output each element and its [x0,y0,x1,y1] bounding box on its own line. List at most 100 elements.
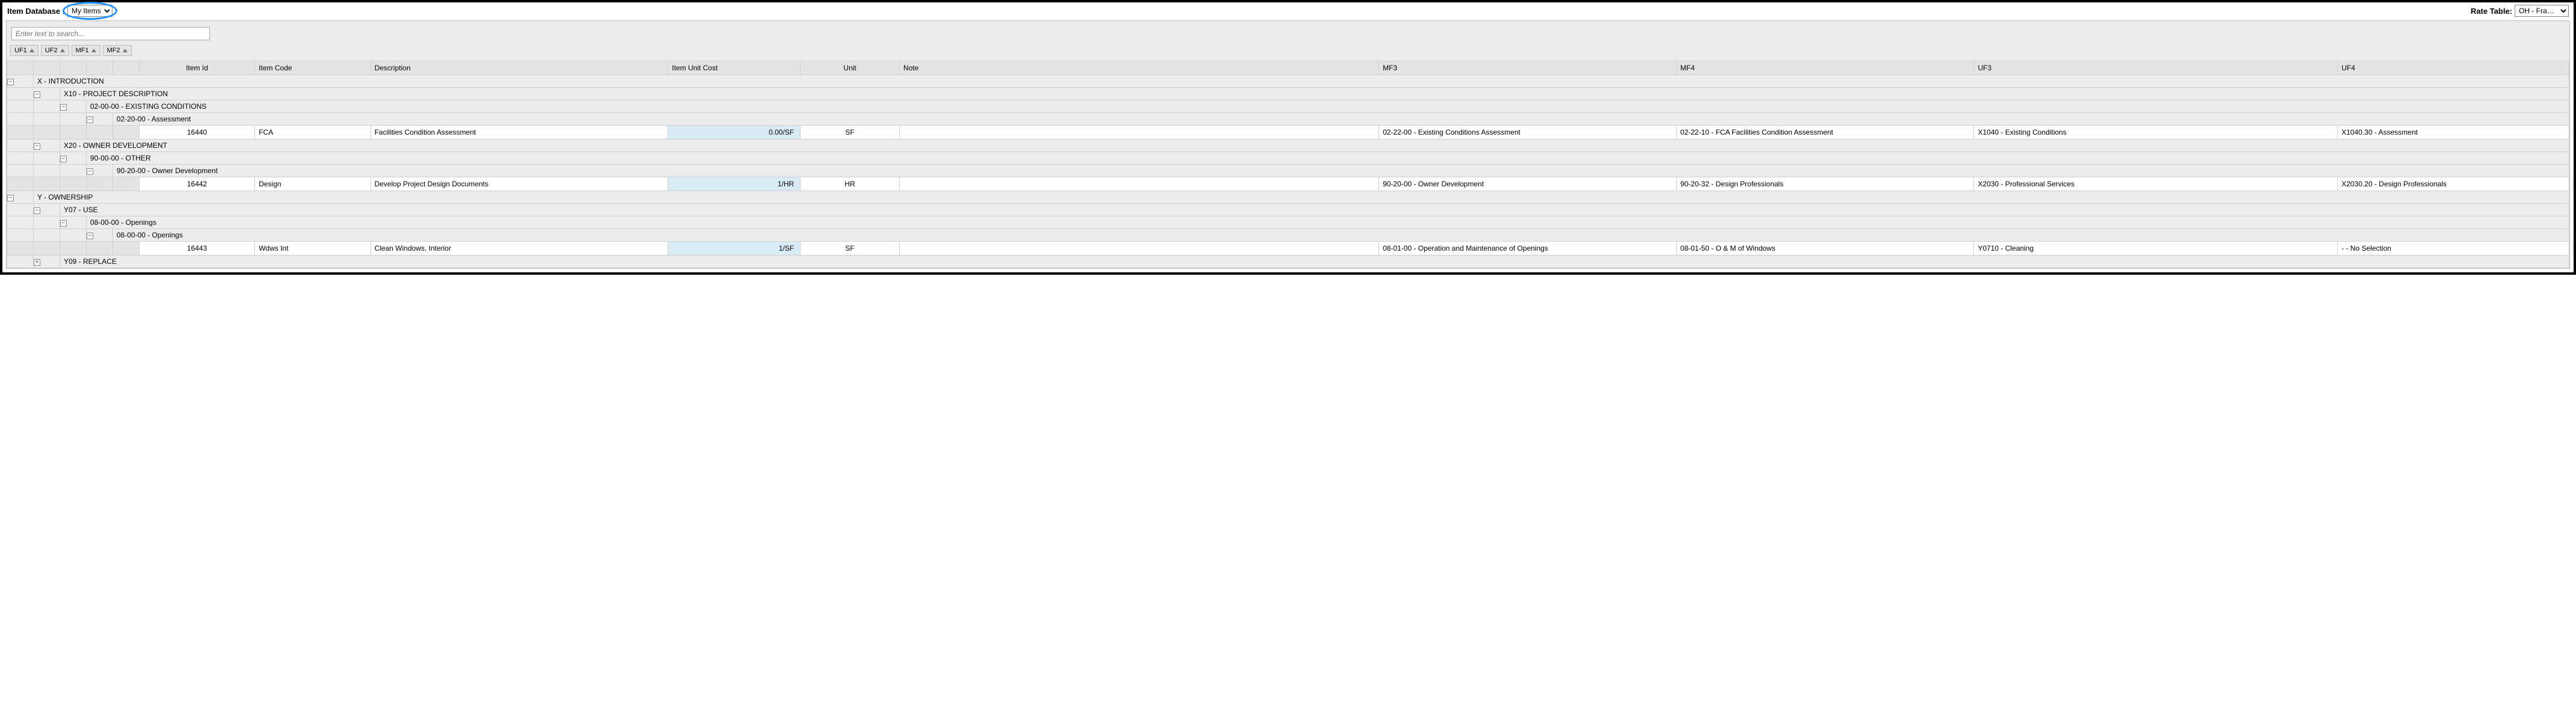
cell-item-id: 16443 [139,242,254,255]
group-chip-uf1[interactable]: UF1 [10,45,38,56]
header-stub [33,61,60,75]
grid-panel: UF1 UF2 MF1 MF2 [6,20,2570,269]
cell-cost: 1/HR [668,177,801,191]
group-row[interactable]: + Y09 - REPLACE [7,255,2569,268]
group-chip-mf1[interactable]: MF1 [72,45,100,56]
cell-mf3: 08-01-00 - Operation and Maintenance of … [1379,242,1677,255]
col-note[interactable]: Note [900,61,1379,75]
collapse-icon[interactable]: − [60,220,67,227]
col-unit[interactable]: Unit [801,61,900,75]
group-label: 02-20-00 - Assessment [112,113,2569,126]
collapse-icon[interactable]: − [34,143,40,150]
cell-uf3: X1040 - Existing Conditions [1974,126,2338,139]
cell-mf3: 02-22-00 - Existing Conditions Assessmen… [1379,126,1677,139]
cell-item-id: 16440 [139,126,254,139]
cell-description: Develop Project Design Documents [370,177,668,191]
cell-note [900,126,1379,139]
cell-mf3: 90-20-00 - Owner Development [1379,177,1677,191]
cell-uf4: - - No Selection [2338,242,2569,255]
col-uf4[interactable]: UF4 [2338,61,2569,75]
group-label: 90-00-00 - OTHER [86,152,2569,165]
group-row[interactable]: − 90-20-00 - Owner Development [7,165,2569,177]
col-mf3[interactable]: MF3 [1379,61,1677,75]
group-label: Y - OWNERSHIP [33,191,2569,204]
table-row[interactable]: 16443 Wdws Int Clean Windows, Interior 1… [7,242,2569,255]
cell-unit: SF [801,242,900,255]
group-label: X10 - PROJECT DESCRIPTION [60,88,2569,100]
group-label: 02-00-00 - EXISTING CONDITIONS [86,100,2569,113]
cell-item-code: FCA [255,126,370,139]
sort-asc-icon [29,49,34,52]
group-label: 08-00-00 - Openings [112,229,2569,242]
group-row[interactable]: − 02-00-00 - EXISTING CONDITIONS [7,100,2569,113]
cell-uf4: X1040.30 - Assessment [2338,126,2569,139]
collapse-icon[interactable]: − [34,91,40,98]
cell-mf4: 02-22-10 - FCA Facilities Condition Asse… [1676,126,1974,139]
group-label: X20 - OWNER DEVELOPMENT [60,139,2569,152]
col-item-code[interactable]: Item Code [255,61,370,75]
group-label: X - INTRODUCTION [33,75,2569,88]
cell-unit: HR [801,177,900,191]
group-row[interactable]: − Y - OWNERSHIP [7,191,2569,204]
group-row[interactable]: − X - INTRODUCTION [7,75,2569,88]
item-database-select[interactable]: My Items [67,5,112,17]
cell-mf4: 08-01-50 - O & M of Windows [1676,242,1974,255]
group-chips: UF1 UF2 MF1 MF2 [7,45,2569,61]
sort-asc-icon [123,49,128,52]
cell-item-id: 16442 [139,177,254,191]
group-label: Y07 - USE [60,204,2569,216]
item-database-highlight: My Items [67,5,112,17]
cell-description: Clean Windows, Interior [370,242,668,255]
cell-uf3: X2030 - Professional Services [1974,177,2338,191]
collapse-icon[interactable]: − [34,207,40,214]
group-label: 90-20-00 - Owner Development [112,165,2569,177]
group-chip-mf2[interactable]: MF2 [103,45,132,56]
cell-uf3: Y0710 - Cleaning [1974,242,2338,255]
item-database-label: Item Database : [7,7,65,16]
group-row[interactable]: − 90-00-00 - OTHER [7,152,2569,165]
group-row[interactable]: − 08-00-00 - Openings [7,229,2569,242]
col-item-id[interactable]: Item Id [139,61,254,75]
cell-item-code: Wdws Int [255,242,370,255]
collapse-icon[interactable]: − [60,104,67,111]
rate-table-select[interactable]: OH - Franklin (P [2515,5,2569,17]
cell-note [900,177,1379,191]
cell-item-code: Design [255,177,370,191]
header-stub [60,61,86,75]
col-mf4[interactable]: MF4 [1676,61,1974,75]
collapse-icon[interactable]: − [87,117,93,123]
search-input[interactable] [11,27,210,40]
header-stub [86,61,112,75]
cell-note [900,242,1379,255]
top-bar: Item Database : My Items Rate Table: OH … [2,2,2574,20]
sort-asc-icon [60,49,65,52]
table-row[interactable]: 16440 FCA Facilities Condition Assessmen… [7,126,2569,139]
cell-uf4: X2030.20 - Design Professionals [2338,177,2569,191]
collapse-icon[interactable]: − [60,156,67,162]
header-stub [112,61,139,75]
cell-description: Facilities Condition Assessment [370,126,668,139]
items-grid: Item Id Item Code Description Item Unit … [7,61,2569,268]
group-row[interactable]: − X10 - PROJECT DESCRIPTION [7,88,2569,100]
header-stub [7,61,34,75]
group-chip-uf2[interactable]: UF2 [41,45,69,56]
group-label: 08-00-00 - Openings [86,216,2569,229]
collapse-icon[interactable]: − [7,79,14,85]
rate-table-label: Rate Table: [2471,7,2512,16]
collapse-icon[interactable]: − [87,168,93,175]
collapse-icon[interactable]: − [87,233,93,239]
expand-icon[interactable]: + [34,259,40,266]
group-row[interactable]: − Y07 - USE [7,204,2569,216]
group-row[interactable]: − 08-00-00 - Openings [7,216,2569,229]
col-description[interactable]: Description [370,61,668,75]
col-item-unit-cost[interactable]: Item Unit Cost [668,61,801,75]
table-row[interactable]: 16442 Design Develop Project Design Docu… [7,177,2569,191]
sort-asc-icon [91,49,96,52]
group-row[interactable]: − 02-20-00 - Assessment [7,113,2569,126]
group-row[interactable]: − X20 - OWNER DEVELOPMENT [7,139,2569,152]
col-uf3[interactable]: UF3 [1974,61,2338,75]
cell-cost: 1/SF [668,242,801,255]
collapse-icon[interactable]: − [7,195,14,201]
cell-cost: 0.00/SF [668,126,801,139]
cell-mf4: 90-20-32 - Design Professionals [1676,177,1974,191]
